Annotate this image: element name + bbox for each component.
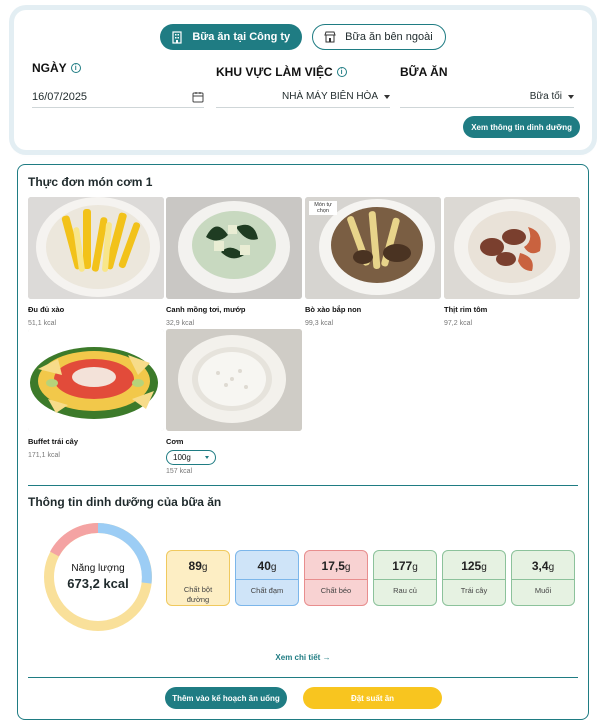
info-icon[interactable]: i [336,67,347,77]
date-field[interactable]: 16/07/2025 [32,86,204,108]
menu-item[interactable]: Thịt rim tôm 97,2 kcal [444,197,580,327]
filter-card: Bữa ăn tại Công ty Bữa ăn bên ngoài NGÀY… [14,10,592,150]
energy-value: 673,2 kcal [67,576,129,591]
menu-card: Thực đơn món cơm 1 Đu đủ xào 51,1 kcal C… [17,164,589,720]
meal-select[interactable]: Bữa tối [400,86,574,108]
chevron-down-icon [568,94,574,99]
food-kcal: 157 kcal [166,468,193,475]
food-image: Món tự chọn [305,197,441,299]
food-name: Thịt rim tôm [444,305,488,314]
view-detail-link[interactable]: Xem chi tiết → [18,653,588,662]
date-label: NGÀY i [32,61,81,75]
chevron-down-icon [204,456,209,459]
food-kcal: 97,2 kcal [444,320,473,327]
nutrition-title: Thông tin dinh dưỡng của bữa ăn [28,495,222,509]
nutrient-unit: g [270,562,277,573]
menu-item[interactable]: Buffet trái cây 171,1 kcal [28,329,164,459]
nutrient-value: 3,4 [531,559,549,573]
nutrient-name: Trái cây [460,586,488,595]
tab-outside-meal[interactable]: Bữa ăn bên ngoài [312,24,446,50]
nutrient-carb: 89g Chất bột đường [166,550,230,606]
nutrient-value: 40 [257,559,271,573]
nutrient-name: Chất đạm [250,586,284,595]
nutrient-fruit: 125g Trái cây [442,550,506,606]
tab-company-meal[interactable]: Bữa ăn tại Công ty [160,24,303,50]
food-name: Cơm [166,437,184,446]
menu-title: Thực đơn món cơm 1 [28,175,153,189]
area-value: NHÀ MÁY BIÊN HÒA [282,91,378,102]
menu-item[interactable]: Canh mồng tơi, mướp 32,9 kcal [166,197,302,327]
portion-value: 100g [173,453,191,462]
menu-item[interactable]: Cơm 100g 157 kcal [166,329,302,475]
tab-outside-meal-label: Bữa ăn bên ngoài [345,31,433,43]
food-name: Canh mồng tơi, mướp [166,305,246,314]
nutrient-fat: 17,5g Chất béo [304,550,368,606]
nutrient-name: Chất béo [320,586,352,595]
food-name: Đu đủ xào [28,305,65,314]
nutrient-unit: g [548,562,555,573]
menu-item[interactable]: Đu đủ xào 51,1 kcal [28,197,164,327]
food-image [166,197,302,299]
food-name: Buffet trái cây [28,437,79,446]
food-image [28,197,164,299]
nutrient-name: Muối [534,586,552,595]
nutrient-value: 125 [461,559,482,573]
nutrient-name: Rau củ [393,586,417,595]
food-name: Bò xào bắp non [305,305,362,314]
food-image [28,329,164,431]
info-icon[interactable]: i [70,63,81,73]
food-kcal: 51,1 kcal [28,320,57,327]
nutrient-unit: g [201,562,208,573]
nutrient-unit: g [412,562,418,573]
divider [28,485,578,486]
nutrient-salt: 3,4g Muối [511,550,575,606]
area-select[interactable]: NHÀ MÁY BIÊN HÒA [216,86,390,108]
food-kcal: 171,1 kcal [28,452,60,459]
shop-icon [324,31,336,43]
food-image [444,197,580,299]
tab-company-meal-label: Bữa ăn tại Công ty [192,31,291,43]
nutrient-protein: 40g Chất đạm [235,550,299,606]
energy-summary: Năng lượng 673,2 kcal [42,521,154,633]
date-label-text: NGÀY [32,61,67,75]
divider [28,677,578,678]
view-nutrition-button[interactable]: Xem thông tin dinh dưỡng [463,116,580,138]
date-value: 16/07/2025 [32,90,88,103]
meal-label: BỮA ĂN [400,65,448,79]
nutrient-unit: g [481,562,487,573]
order-meal-button[interactable]: Đặt suất ăn [303,687,442,709]
energy-label: Năng lượng [71,563,125,574]
nutrient-value: 177 [392,559,413,573]
food-kcal: 32,9 kcal [166,320,195,327]
calendar-icon[interactable] [192,91,204,103]
meal-value: Bữa tối [529,91,562,102]
energy-ring: Năng lượng 673,2 kcal [42,521,154,633]
food-image [166,329,302,431]
nutrient-vegetable: 177g Rau củ [373,550,437,606]
nutrient-value: 17,5 [321,559,345,573]
food-kcal: 99,3 kcal [305,320,334,327]
nutrient-unit: g [344,562,351,573]
meal-label-text: BỮA ĂN [400,65,448,79]
meal-mode-toggle: Bữa ăn tại Công ty Bữa ăn bên ngoài [14,24,592,50]
building-icon [172,31,182,44]
nutrient-name: Chất bột đường [183,585,213,604]
menu-item[interactable]: Món tự chọn Bò xào bắp non 99,3 kcal [305,197,441,327]
view-detail-label: Xem chi tiết [275,653,321,662]
arrow-right-icon: → [322,653,331,662]
area-label-text: KHU VỰC LÀM VIỆC [216,65,333,79]
add-to-plan-button[interactable]: Thêm vào kế hoạch ăn uống [165,687,287,709]
nutrient-value: 89 [188,559,202,573]
chevron-down-icon [384,94,390,99]
optional-dish-tag: Món tự chọn [309,201,337,215]
portion-select[interactable]: 100g [166,450,216,465]
area-label: KHU VỰC LÀM VIỆC i [216,65,347,79]
